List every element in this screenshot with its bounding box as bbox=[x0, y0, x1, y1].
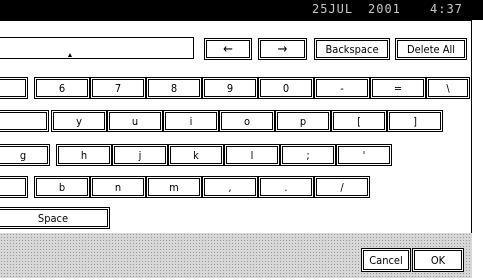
key-i[interactable]: i bbox=[163, 110, 219, 132]
key-j[interactable]: j bbox=[112, 144, 168, 166]
key-left-bracket[interactable]: [ bbox=[331, 110, 387, 132]
key-partial-left[interactable] bbox=[0, 110, 49, 132]
key-comma[interactable]: , bbox=[202, 176, 258, 198]
backspace-button[interactable]: Backspace bbox=[314, 38, 390, 60]
status-date: 25JUL bbox=[312, 2, 354, 16]
key-7[interactable]: 7 bbox=[90, 77, 146, 99]
key-partial-left[interactable] bbox=[0, 176, 28, 198]
key-u[interactable]: u bbox=[107, 110, 163, 132]
key-b[interactable]: b bbox=[34, 176, 90, 198]
key-9[interactable]: 9 bbox=[202, 77, 258, 99]
status-bar: 25JUL 2001 4:37 bbox=[0, 0, 483, 20]
key-period[interactable]: . bbox=[258, 176, 314, 198]
key-equals[interactable]: = bbox=[370, 77, 426, 99]
key-6[interactable]: 6 bbox=[34, 77, 90, 99]
space-button[interactable]: Space bbox=[0, 207, 110, 229]
key-backslash[interactable]: \ bbox=[426, 77, 470, 99]
delete-all-button[interactable]: Delete All bbox=[395, 38, 467, 60]
key-y[interactable]: y bbox=[51, 110, 107, 132]
cursor-left-button[interactable]: ← bbox=[204, 38, 252, 60]
key-minus[interactable]: - bbox=[314, 77, 370, 99]
key-partial-left[interactable] bbox=[0, 77, 28, 99]
caret-marker bbox=[68, 53, 72, 57]
key-g[interactable]: g bbox=[0, 144, 50, 166]
key-slash[interactable]: / bbox=[314, 176, 370, 198]
key-l[interactable]: l bbox=[224, 144, 280, 166]
key-h[interactable]: h bbox=[56, 144, 112, 166]
text-input[interactable] bbox=[0, 37, 194, 59]
ok-button[interactable]: OK bbox=[412, 248, 464, 272]
key-p[interactable]: p bbox=[275, 110, 331, 132]
key-apostrophe[interactable]: ' bbox=[336, 144, 392, 166]
cancel-button[interactable]: Cancel bbox=[361, 248, 411, 272]
status-time: 4:37 bbox=[430, 2, 463, 16]
status-year: 2001 bbox=[368, 2, 401, 16]
key-o[interactable]: o bbox=[219, 110, 275, 132]
key-k[interactable]: k bbox=[168, 144, 224, 166]
key-m[interactable]: m bbox=[146, 176, 202, 198]
key-8[interactable]: 8 bbox=[146, 77, 202, 99]
key-semicolon[interactable]: ; bbox=[280, 144, 336, 166]
cursor-right-button[interactable]: → bbox=[258, 38, 307, 60]
key-0[interactable]: 0 bbox=[258, 77, 314, 99]
key-n[interactable]: n bbox=[90, 176, 146, 198]
key-right-bracket[interactable]: ] bbox=[387, 110, 443, 132]
